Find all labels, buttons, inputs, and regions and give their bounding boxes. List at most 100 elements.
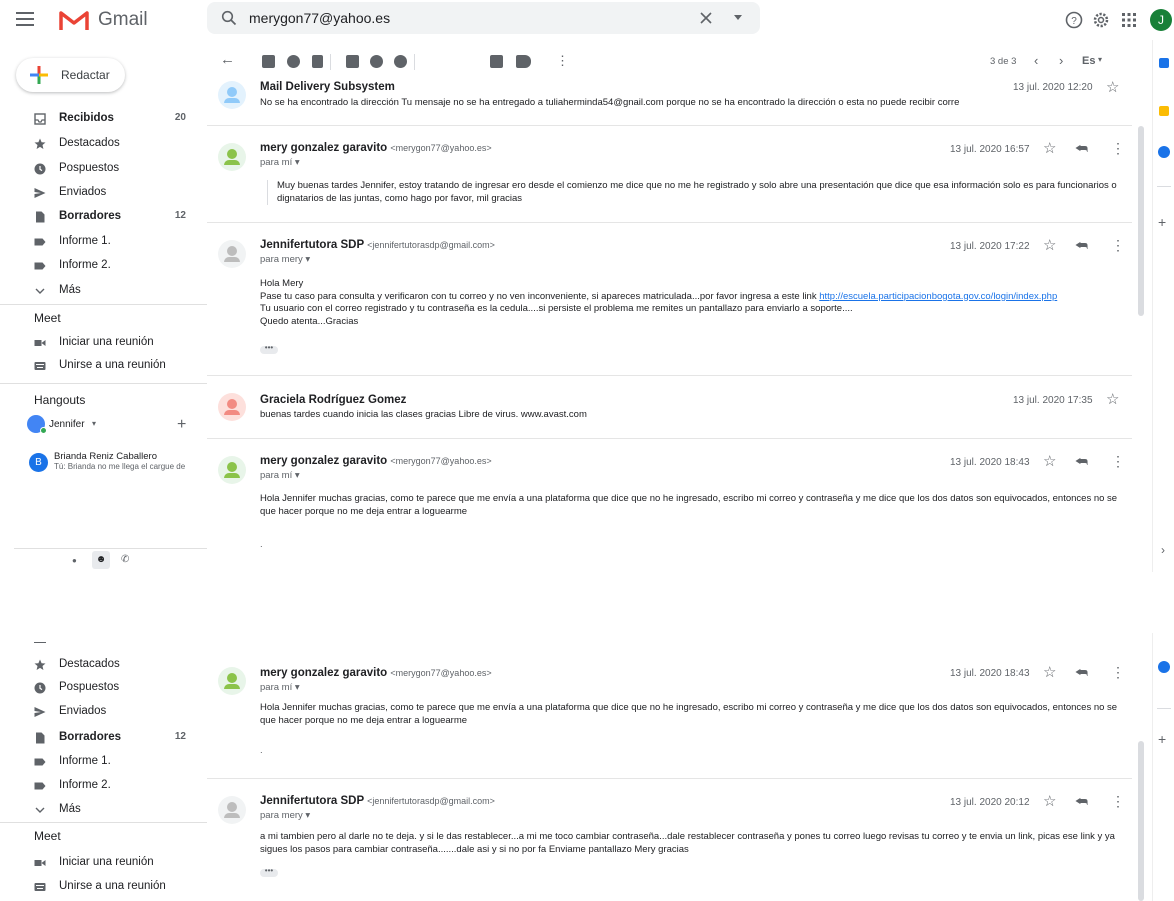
message-collapsed[interactable]: Mail Delivery Subsystem 13 jul. 2020 12:… [207,75,1132,126]
more-vertical-icon[interactable]: ⋮ [1111,237,1125,254]
star-icon[interactable]: ☆ [1043,139,1056,157]
recipient-line[interactable]: para mí ▾ [260,157,300,168]
show-trimmed-content[interactable]: ••• [260,344,278,354]
star-icon[interactable]: ☆ [1043,792,1056,810]
mark-unread-icon[interactable] [346,55,359,68]
sidebar-item-inbox[interactable]: Recibidos 20 [0,108,200,130]
more-vertical-icon[interactable]: ⋮ [1111,793,1125,810]
sidebar-item-snoozed[interactable]: Pospuestos [0,158,200,180]
contact-avatar: B [29,453,48,472]
more-vertical-icon[interactable]: ⋮ [556,53,569,69]
reply-icon[interactable]: ⮪ [1075,237,1088,254]
back-arrow-icon[interactable]: ← [220,51,235,68]
sender-email: <merygon77@yahoo.es> [390,143,492,153]
meet-join-meeting[interactable]: Unirse a una reunión [0,876,200,898]
gmail-logo-icon[interactable] [59,9,89,31]
chevron-down-icon[interactable]: ▾ [1098,55,1102,64]
sidebar-item-snoozed[interactable]: Pospuestos [0,677,200,699]
sidebar-item-informe-2[interactable]: Informe 2. [0,775,200,797]
keep-icon[interactable] [1159,106,1169,116]
sidebar-item-informe-2[interactable]: Informe 2. [0,255,200,277]
star-icon[interactable]: ☆ [1106,390,1119,408]
search-icon[interactable] [221,10,237,26]
message-date: 13 jul. 2020 16:57 [950,144,1030,155]
online-status-dot [40,427,47,434]
show-side-panel-icon[interactable]: › [1161,543,1165,557]
sidebar-item-starred[interactable]: Destacados [0,133,200,155]
reply-icon[interactable]: ⮪ [1075,664,1088,681]
meet-join-meeting[interactable]: Unirse a una reunión [0,355,200,377]
hangouts-tab-icon[interactable]: ☻ [92,551,110,569]
older-chevron-icon[interactable]: ‹ [1034,53,1038,68]
meet-start-meeting[interactable]: Iniciar una reunión [0,852,200,874]
add-task-icon[interactable] [394,55,407,68]
get-addons-icon[interactable]: + [1158,731,1166,747]
star-icon[interactable]: ☆ [1043,663,1056,681]
recipient-line[interactable]: para mery ▾ [260,810,310,821]
hangouts-user-selector[interactable]: Jennifer ▾ + [27,414,207,436]
sidebar-item-informe-1[interactable]: Informe 1. [0,231,200,253]
hangout-conversation[interactable]: B Brianda Reniz Caballero Tú: Brianda no… [29,450,207,478]
input-language[interactable]: Es [1082,55,1095,67]
star-icon[interactable]: ☆ [1043,236,1056,254]
search-input[interactable]: merygon77@yahoo.es [249,10,390,26]
move-to-icon[interactable] [490,55,503,68]
help-icon[interactable]: ? [1065,11,1083,29]
label-icon [34,262,46,270]
recipient-line[interactable]: para mí ▾ [260,682,300,693]
reply-icon[interactable]: ⮪ [1075,140,1088,157]
keyboard-icon [34,883,46,891]
message-body: Hola Mery Pase tu caso para consulta y v… [260,278,1120,328]
show-trimmed-content[interactable]: ••• [260,867,278,877]
scrollbar-thumb[interactable] [1138,126,1144,316]
meet-item-label: Iniciar una reunión [59,336,154,348]
recipient-line[interactable]: para mí ▾ [260,470,300,481]
sidebar-item-starred[interactable]: Destacados [0,654,200,676]
message-collapsed[interactable]: Graciela Rodríguez Gomez 13 jul. 2020 17… [207,376,1132,439]
sidebar-item-sent[interactable]: Enviados [0,182,200,204]
sidebar-item-informe-1[interactable]: Informe 1. [0,751,200,773]
tasks-icon[interactable] [1158,661,1170,673]
search-options-icon[interactable] [734,15,742,20]
tasks-icon[interactable] [1158,146,1170,158]
add-hangout-icon[interactable]: + [177,416,186,434]
main-menu-icon[interactable] [16,12,34,26]
clear-search-icon[interactable] [700,12,712,24]
snooze-clock-icon[interactable] [370,55,383,68]
more-vertical-icon[interactable]: ⋮ [1111,664,1125,681]
contacts-tab-icon[interactable]: ● [72,556,77,565]
sidebar-item-drafts[interactable]: Borradores 12 [0,727,200,749]
reply-icon[interactable]: ⮪ [1075,793,1088,810]
calendar-icon[interactable] [1159,58,1169,68]
account-avatar[interactable]: J [1150,9,1172,31]
get-addons-icon[interactable]: + [1158,214,1166,230]
archive-icon[interactable] [262,55,275,68]
search-bar[interactable]: merygon77@yahoo.es [207,2,760,34]
star-icon[interactable]: ☆ [1106,78,1119,96]
report-spam-icon[interactable] [287,55,300,68]
message-body: Muy buenas tardes Jennifer, estoy tratan… [267,180,1117,205]
more-vertical-icon[interactable]: ⋮ [1111,453,1125,470]
sidebar-item-more[interactable]: Más [0,799,200,821]
newer-chevron-icon[interactable]: › [1059,53,1063,68]
delete-trash-icon[interactable] [312,55,323,68]
login-link[interactable]: http://escuela.participacionbogota.gov.c… [819,291,1057,302]
more-vertical-icon[interactable]: ⋮ [1111,140,1125,157]
star-icon[interactable]: ☆ [1043,452,1056,470]
label-as-icon[interactable] [516,55,531,68]
apps-grid-icon[interactable] [1120,11,1138,29]
sidebar-item-label: Enviados [59,186,107,198]
meet-start-meeting[interactable]: Iniciar una reunión [0,332,200,354]
scrollbar-thumb[interactable] [1138,741,1144,901]
draft-file-icon [36,732,45,744]
meet-section-title: Meet [34,311,61,325]
sidebar-item-more[interactable]: Más [0,280,200,302]
settings-gear-icon[interactable] [1092,11,1110,29]
compose-button[interactable]: Redactar [16,58,125,92]
phone-tab-icon[interactable]: ✆ [121,554,129,565]
reply-icon[interactable]: ⮪ [1075,453,1088,470]
recipient-line[interactable]: para mery ▾ [260,254,310,265]
message-signature: . [260,539,263,550]
sidebar-item-sent[interactable]: Enviados [0,701,200,723]
sidebar-item-drafts[interactable]: Borradores 12 [0,206,200,228]
